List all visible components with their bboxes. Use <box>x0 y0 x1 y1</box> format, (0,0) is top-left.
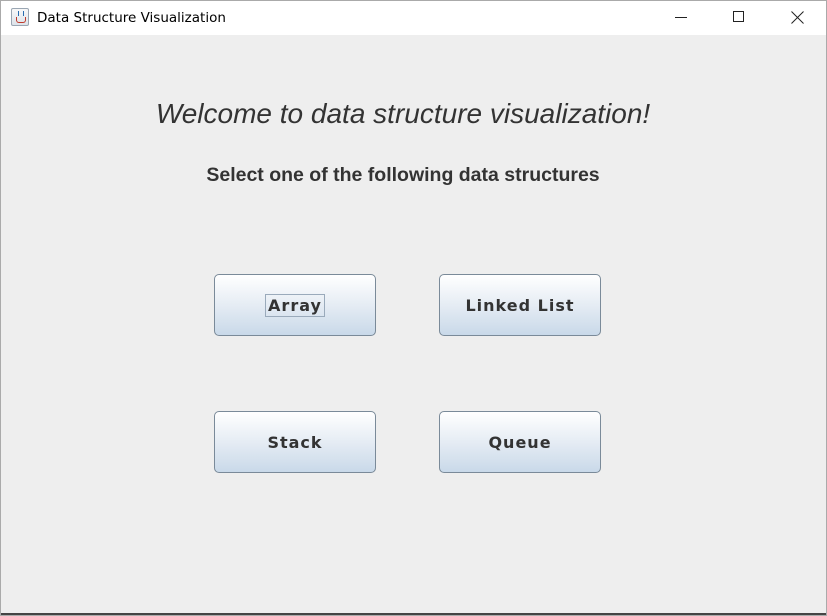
array-button[interactable]: Array <box>214 274 376 336</box>
close-icon <box>791 11 804 24</box>
maximize-icon <box>733 11 744 22</box>
maximize-button[interactable] <box>716 1 762 35</box>
minimize-button[interactable] <box>658 1 704 35</box>
select-instruction: Select one of the following data structu… <box>206 164 600 186</box>
window-title: Data Structure Visualization <box>37 10 226 26</box>
window-bottom-edge <box>1 613 826 615</box>
title-bar[interactable]: Data Structure Visualization <box>1 1 826 35</box>
stack-button[interactable]: Stack <box>214 411 376 473</box>
queue-button-label: Queue <box>488 432 552 452</box>
array-button-label: Array <box>265 293 325 317</box>
main-panel: Welcome to data structure visualization!… <box>1 36 826 615</box>
stack-button-label: Stack <box>267 432 323 452</box>
minimize-icon <box>675 17 687 18</box>
close-button[interactable] <box>774 1 820 35</box>
linked-list-button-label: Linked List <box>465 295 575 315</box>
java-app-icon <box>11 8 29 26</box>
app-window: Data Structure Visualization Welcome to … <box>0 0 827 616</box>
linked-list-button[interactable]: Linked List <box>439 274 601 336</box>
welcome-heading: Welcome to data structure visualization! <box>155 98 651 129</box>
queue-button[interactable]: Queue <box>439 411 601 473</box>
